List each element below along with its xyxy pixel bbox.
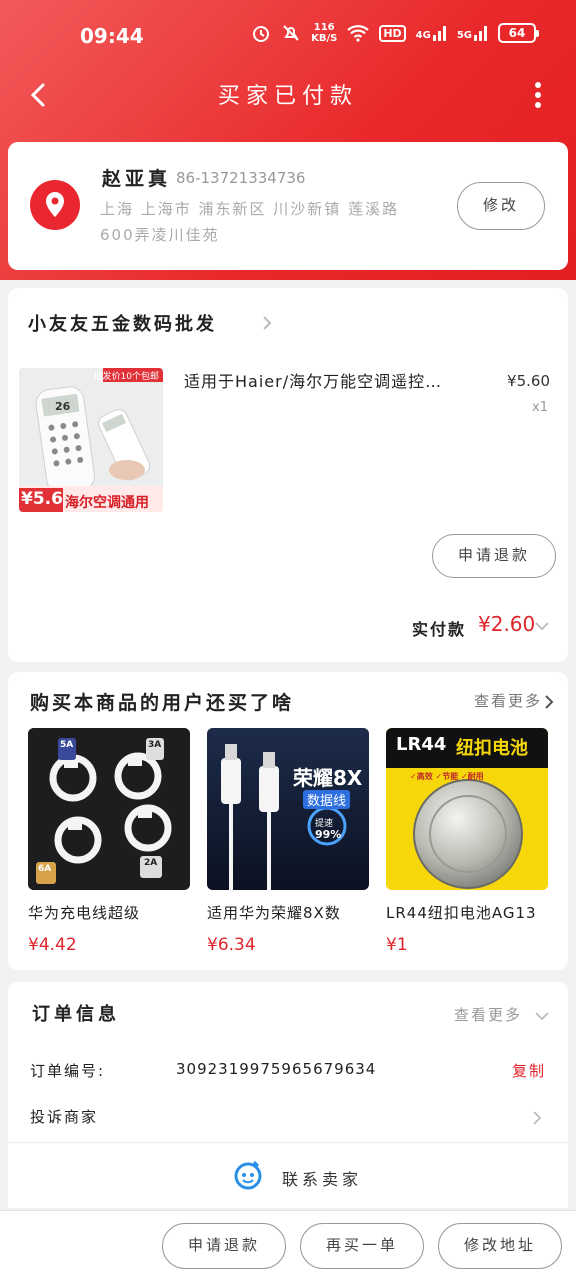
product-quantity: x1 — [532, 400, 548, 415]
hd-badge: HD — [379, 24, 406, 42]
image-label-2a: 2A — [144, 858, 158, 868]
bottom-action-bar: 申请退款 再买一单 修改地址 — [0, 1210, 576, 1280]
recommended-item-price: ¥4.42 — [28, 935, 77, 955]
edit-address-button[interactable]: 修改 — [457, 182, 545, 230]
recommended-item-name: 华为充电线超级 — [28, 904, 141, 922]
recommended-item-image[interactable]: 荣耀8X 数据线 提速 99% — [207, 728, 369, 890]
order-info-title: 订单信息 — [32, 1004, 120, 1025]
recommended-item-name: 适用华为荣耀8X数 — [207, 904, 341, 922]
status-bar: 09:44 116 KB/S HD 4G 5G 64 — [0, 0, 576, 72]
divider — [8, 1142, 568, 1143]
recommended-item-image[interactable]: LR44 纽扣电池 ✓高效 ✓节能 ✓耐用 — [386, 728, 548, 890]
copy-button[interactable]: 复制 — [512, 1060, 546, 1081]
battery-indicator: 64 — [498, 23, 539, 43]
chat-bot-icon — [234, 1160, 262, 1190]
order-see-more[interactable]: 查看更多 — [454, 1004, 522, 1025]
recommendations-card: 购买本商品的用户还买了啥 查看更多 5A 3A 2A 6A 华为充电线超级 ¥4… — [8, 672, 568, 970]
more-options-icon[interactable] — [526, 78, 550, 112]
image-label-5a: 5A — [60, 740, 74, 750]
product-price: ¥5.60 — [507, 372, 550, 390]
complain-seller-link[interactable]: 投诉商家 — [30, 1106, 98, 1127]
status-time: 09:44 — [80, 24, 144, 48]
address-text: 上海 上海市 浦东新区 川沙新镇 莲溪路600弄凌川佳苑 — [100, 200, 400, 244]
contact-seller-button[interactable]: 联系卖家 — [8, 1158, 568, 1198]
product-image[interactable]: 批发价10个包邮 26 ¥5.6 海尔空调通用 — [19, 368, 163, 512]
recipient-name: 赵亚真 — [102, 168, 172, 190]
recommended-item[interactable]: LR44 纽扣电池 ✓高效 ✓节能 ✓耐用 LR44纽扣电池AG13 ¥1 — [386, 728, 548, 955]
product-image-tag: 批发价10个包邮 — [93, 372, 159, 382]
page-title: 买家已付款 — [217, 84, 358, 109]
signal-4g: 4G — [416, 25, 447, 41]
product-title[interactable]: 适用于Haier/海尔万能空调遥控… — [184, 368, 494, 392]
buy-again-button[interactable]: 再买一单 — [300, 1223, 424, 1269]
net-speed: 116 KB/S — [311, 22, 338, 44]
recommended-item-image[interactable]: 5A 3A 2A 6A — [28, 728, 190, 890]
shop-order-card: 小友友五金数码批发 批发价10个包邮 26 ¥5.6 海尔空调通用 适用于Hai… — [8, 288, 568, 662]
chevron-right-icon[interactable] — [544, 694, 554, 710]
address-card[interactable]: 赵亚真 86-13721334736 上海 上海市 浦东新区 川沙新镇 莲溪路6… — [8, 142, 568, 270]
signal-5g: 5G — [457, 25, 488, 41]
product-image-price: ¥5.6 — [21, 489, 63, 509]
paid-amount: ¥2.60 — [478, 612, 536, 636]
recommended-item[interactable]: 荣耀8X 数据线 提速 99% 适用华为荣耀8X数 ¥6.34 — [207, 728, 369, 955]
nav-bar: 买家已付款 — [0, 66, 576, 122]
recommended-item[interactable]: 5A 3A 2A 6A 华为充电线超级 ¥4.42 — [28, 728, 190, 955]
chevron-down-icon[interactable] — [534, 620, 550, 632]
refund-button[interactable]: 申请退款 — [432, 534, 556, 578]
chevron-right-icon[interactable] — [260, 314, 274, 332]
refund-request-button[interactable]: 申请退款 — [162, 1223, 286, 1269]
recommended-item-price: ¥1 — [386, 935, 408, 955]
image-banner-model: LR44 — [396, 734, 447, 755]
recipient-phone: 86-13721334736 — [176, 169, 306, 187]
location-pin-icon — [30, 180, 80, 230]
order-number-label: 订单编号: — [30, 1062, 106, 1080]
recommended-item-price: ¥6.34 — [207, 935, 256, 955]
image-tags: ✓高效 ✓节能 ✓耐用 — [410, 772, 484, 781]
image-label-6a: 6A — [38, 864, 52, 874]
order-info-card: 订单信息 查看更多 订单编号: 3092319975965679634 复制 投… — [8, 982, 568, 1208]
image-banner-label: 纽扣电池 — [456, 738, 528, 759]
contact-seller-label: 联系卖家 — [282, 1170, 363, 1189]
paid-label: 实付款 — [412, 620, 467, 639]
alarm-icon — [253, 26, 270, 42]
recommendations-title: 购买本商品的用户还买了啥 — [30, 692, 295, 714]
image-badge-pct: 99% — [315, 828, 342, 841]
wifi-icon — [347, 25, 370, 42]
chevron-down-icon[interactable] — [534, 1010, 550, 1022]
shop-name[interactable]: 小友友五金数码批发 — [28, 310, 217, 336]
product-image-screen: 26 — [55, 400, 71, 413]
edit-address-bottom-button[interactable]: 修改地址 — [438, 1223, 562, 1269]
image-label-3a: 3A — [148, 740, 162, 750]
see-more-link[interactable]: 查看更多 — [474, 690, 542, 711]
status-icons: 116 KB/S HD 4G 5G 64 — [251, 22, 539, 44]
chevron-right-icon[interactable] — [532, 1110, 542, 1126]
recommended-item-name: LR44纽扣电池AG13 — [386, 904, 537, 922]
mute-icon — [283, 25, 299, 41]
product-image-caption: 海尔空调通用 — [65, 495, 149, 511]
order-number-value: 3092319975965679634 — [176, 1060, 377, 1078]
image-subtitle: 数据线 — [303, 790, 351, 809]
image-title: 荣耀8X — [293, 766, 363, 790]
